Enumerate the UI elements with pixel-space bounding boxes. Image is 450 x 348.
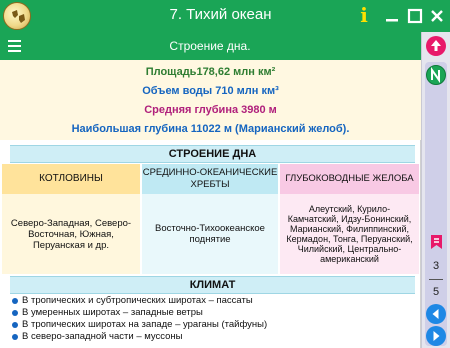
page-total: 5 (432, 286, 440, 298)
list-item: В умеренных широтах – западные ветры (10, 307, 415, 319)
basins-text: Северо-Западная, Северо-Восточная, Южная… (2, 194, 140, 274)
scroll-top-button[interactable] (426, 36, 446, 56)
climate-item-text: В северо-западной части – муссоны (22, 331, 183, 342)
climate-item-text: В умеренных широтах – западные ветры (22, 307, 203, 318)
toolbar: Строение дна. (0, 32, 421, 60)
window-title: 7. Тихий океан (169, 6, 272, 23)
scroll-top-icon (431, 40, 441, 51)
stat-avg-depth: Средняя глубина 3980 м (144, 104, 277, 116)
minimize-icon[interactable] (382, 6, 402, 26)
list-item: В тропических и субтропических широтах –… (10, 295, 415, 307)
maximize-icon[interactable] (405, 6, 425, 26)
page-divider (429, 279, 443, 280)
climate-list: В тропических и субтропических широтах –… (10, 295, 415, 343)
stat-max-depth: Наибольшая глубина 11022 м (Марианский ж… (71, 123, 350, 135)
notes-button[interactable] (426, 65, 446, 85)
basins-heading: КОТЛОВИНЫ (2, 164, 140, 194)
bookmark-icon[interactable] (428, 233, 446, 251)
info-icon[interactable]: i (357, 4, 371, 26)
next-icon (433, 331, 440, 341)
bullet-icon (12, 322, 18, 328)
trenches-heading: ГЛУБОКОВОДНЫЕ ЖЕЛОБА (280, 164, 419, 194)
bullet-icon (12, 298, 18, 304)
climate-item-text: В тропических широтах на западе – ураган… (22, 319, 268, 330)
app-globe-icon (3, 2, 31, 30)
prev-icon (432, 309, 439, 319)
climate-item-text: В тропических и субтропических широтах –… (22, 295, 253, 306)
stat-volume: Объем воды 710 млн км³ (142, 85, 279, 97)
section-title: Строение дна. (169, 39, 251, 53)
ocean-stats: Площадь178,62 млн км² Объем воды 710 млн… (0, 60, 421, 140)
ridges-heading: СРЕДИННО-ОКЕАНИЧЕСКИЕ ХРЕБТЫ (142, 164, 278, 194)
next-page-button[interactable] (426, 326, 446, 346)
stat-area: Площадь178,62 млн км² (145, 66, 276, 78)
close-icon[interactable] (427, 6, 447, 26)
list-item: В северо-западной части – муссоны (10, 331, 415, 343)
bullet-icon (12, 334, 18, 340)
content-area: Площадь178,62 млн км² Объем воды 710 млн… (0, 60, 421, 348)
notes-icon (431, 66, 440, 84)
relief-heading: СТРОЕНИЕ ДНА (10, 145, 415, 163)
prev-page-button[interactable] (426, 304, 446, 324)
page-current: 3 (432, 260, 440, 272)
bullet-icon (12, 310, 18, 316)
trenches-text: Алеутский, Курило-Камчатский, Идзу-Бонин… (280, 194, 419, 274)
right-panel: 3 5 (421, 32, 450, 348)
menu-icon[interactable] (8, 40, 21, 53)
climate-heading: КЛИМАТ (10, 276, 415, 294)
list-item: В тропических широтах на западе – ураган… (10, 319, 415, 331)
title-bar: 7. Тихий океан i (0, 0, 450, 32)
ridges-text: Восточно-Тихоокеанское поднятие (142, 194, 278, 274)
